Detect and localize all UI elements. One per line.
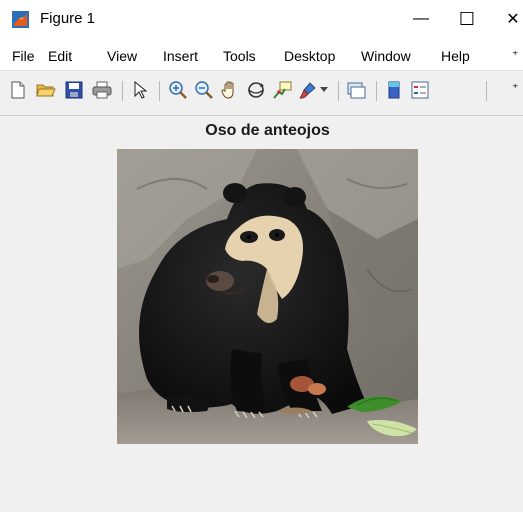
menu-bar: File Edit View Insert Tools Desktop Wind… [0, 40, 523, 71]
maximize-icon: ☐ [458, 8, 476, 29]
close-button[interactable]: ✕ [490, 0, 523, 38]
save-button[interactable] [64, 79, 84, 101]
brush-button[interactable] [298, 79, 318, 101]
title-bar: Figure 1 — ☐ ✕ [0, 0, 523, 40]
figure-window: Figure 1 — ☐ ✕ File Edit View Insert Too… [0, 0, 523, 512]
new-figure-button[interactable] [8, 79, 28, 101]
menu-tools[interactable]: Tools [223, 48, 256, 64]
zoom-in-button[interactable] [168, 79, 188, 101]
zoom-out-button[interactable] [194, 79, 214, 101]
toolbar-separator [338, 81, 339, 101]
menu-help[interactable]: Help [441, 48, 470, 64]
link-plot-button[interactable] [346, 79, 366, 101]
matlab-logo-icon [12, 11, 29, 28]
print-icon [92, 81, 112, 99]
close-icon: ✕ [506, 11, 520, 28]
minimize-icon: — [413, 10, 429, 27]
toolbar-separator [159, 81, 160, 101]
toolbar-separator [122, 81, 123, 101]
toolbar-separator [486, 81, 487, 101]
data-cursor-icon [273, 81, 292, 99]
pan-button[interactable] [220, 79, 240, 101]
bear-photo [117, 149, 418, 444]
menu-insert[interactable]: Insert [163, 48, 198, 64]
dropdown-arrow-icon [320, 87, 328, 92]
plot-title: Oso de anteojos [205, 122, 330, 139]
pan-hand-icon [221, 81, 234, 99]
print-button[interactable] [92, 79, 112, 101]
menu-view[interactable]: View [107, 48, 137, 64]
menu-window[interactable]: Window [361, 48, 411, 64]
maximize-button[interactable]: ☐ [444, 0, 490, 38]
rotate-3d-button[interactable] [246, 79, 266, 101]
legend-icon [411, 81, 429, 99]
menu-edit[interactable]: Edit [48, 48, 72, 64]
save-icon [65, 81, 83, 99]
zoom-in-icon [169, 81, 187, 99]
minimize-button[interactable]: — [398, 0, 444, 38]
zoom-out-icon [195, 81, 213, 99]
open-file-button[interactable] [36, 79, 56, 101]
colorbar-icon [388, 81, 400, 99]
menu-file[interactable]: File [12, 48, 35, 64]
figure-canvas: Oso de anteojos [0, 116, 523, 512]
legend-button[interactable] [410, 79, 430, 101]
brush-icon [299, 82, 316, 99]
pointer-button[interactable] [130, 79, 150, 101]
rotate-3d-icon [248, 82, 264, 98]
toolbar-overflow[interactable]: ⁺ [512, 81, 518, 95]
brush-dropdown[interactable] [318, 79, 330, 101]
new-figure-icon [11, 81, 25, 99]
toolbar-separator [376, 81, 377, 101]
pointer-icon [134, 81, 147, 99]
colorbar-button[interactable] [384, 79, 404, 101]
menu-desktop[interactable]: Desktop [284, 48, 335, 64]
menu-overflow[interactable]: ⁺ [512, 48, 518, 62]
link-plot-icon [347, 82, 366, 99]
open-file-icon [36, 84, 56, 97]
figure-toolbar: ⁺ [0, 71, 523, 116]
data-cursor-button[interactable] [272, 79, 292, 101]
window-title: Figure 1 [40, 10, 96, 27]
